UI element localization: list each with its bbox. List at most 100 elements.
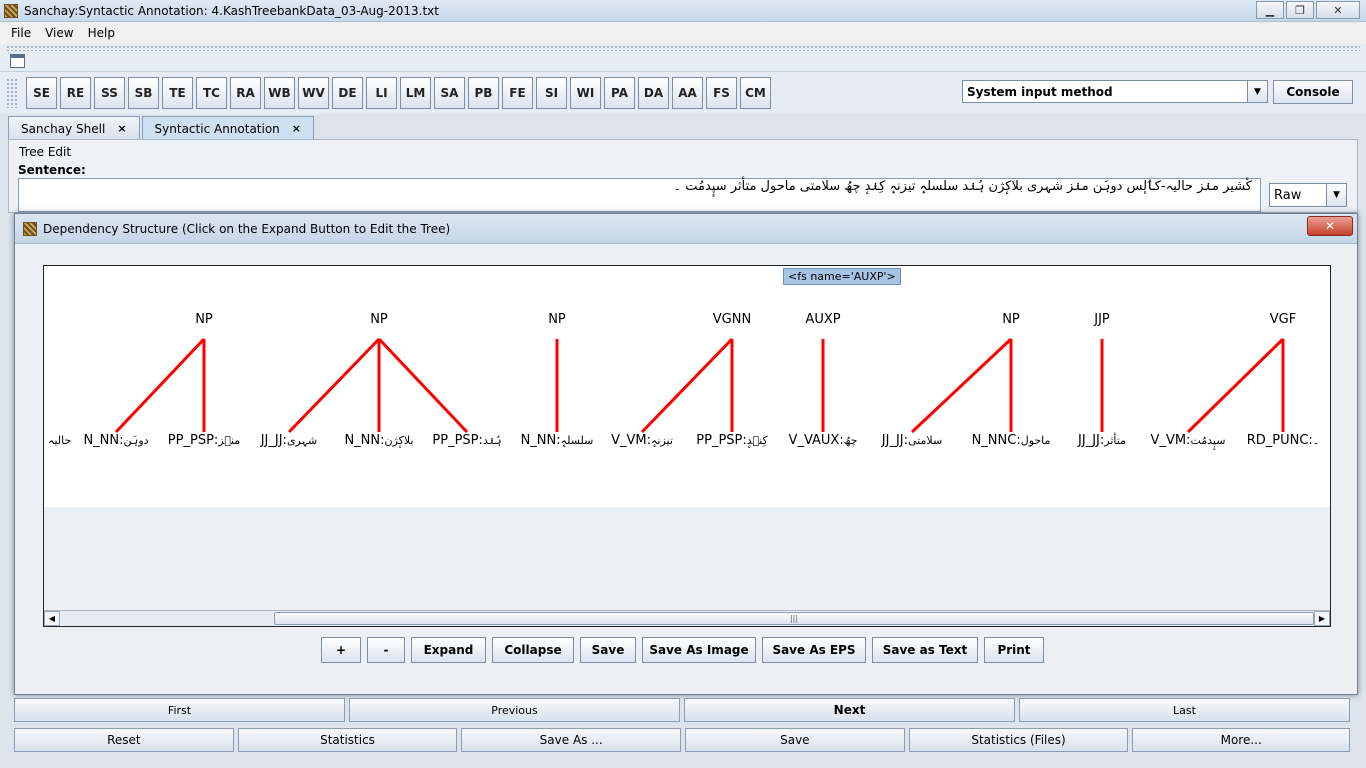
toolbar-grip	[6, 78, 18, 108]
zoom-out-button[interactable]: -	[367, 637, 405, 663]
menu-file[interactable]: File	[4, 26, 38, 40]
leaf-node[interactable]: PP_PSP:کِنٛدٕ	[696, 433, 768, 448]
tab-sanchay-shell[interactable]: Sanchay Shell ×	[8, 116, 140, 140]
leaf-node[interactable]: PP_PSP:ہُنٛد	[432, 433, 501, 448]
leaf-node[interactable]: N_NN:سلسلہٕ	[521, 433, 594, 448]
dependency-structure-dialog: Dependency Structure (Click on the Expan…	[14, 213, 1358, 695]
tool-button-wi[interactable]: WI	[570, 77, 601, 109]
expand-button[interactable]: Expand	[411, 637, 486, 663]
leaf-node[interactable]: N_NNC:ماحول	[972, 433, 1051, 448]
tree-edit-title: Tree Edit	[19, 145, 72, 159]
leaf-tag: N_NNC:	[972, 433, 1021, 448]
tree-canvas[interactable]: NP NP NP VGNN AUXP NP JJP VGF حالیہ N_NN:دوہَن PP_…	[43, 265, 1331, 627]
tab-close-icon[interactable]: ×	[292, 122, 301, 135]
scroll-left-icon[interactable]: ◀	[44, 611, 60, 626]
phrase-node-np[interactable]: NP	[548, 312, 566, 327]
tool-button-cm[interactable]: CM	[740, 77, 771, 109]
phrase-node-np[interactable]: NP	[1002, 312, 1020, 327]
tool-button-aa[interactable]: AA	[672, 77, 703, 109]
previous-button[interactable]: Previous	[349, 698, 680, 722]
format-select[interactable]: Raw ▼	[1269, 183, 1347, 207]
scroll-right-icon[interactable]: ▶	[1314, 611, 1330, 626]
leaf-node[interactable]: حالیہ	[48, 434, 71, 447]
menu-view[interactable]: View	[38, 26, 80, 40]
collapse-button[interactable]: Collapse	[492, 637, 574, 663]
leaf-node[interactable]: JJ_JJ:شہری	[260, 433, 318, 448]
tool-button-tc[interactable]: TC	[196, 77, 227, 109]
tool-button-te[interactable]: TE	[162, 77, 193, 109]
tree-edit-panel: Tree Edit Sentence: کٔشیر منٛز حالیہ-کٲل…	[8, 139, 1358, 213]
phrase-node-vgnn[interactable]: VGNN	[713, 312, 751, 327]
leaf-word: شہری	[287, 434, 317, 447]
tool-button-sb[interactable]: SB	[128, 77, 159, 109]
tool-button-se[interactable]: SE	[26, 77, 57, 109]
dependency-tree[interactable]: NP NP NP VGNN AUXP NP JJP VGF حالیہ N_NN:دوہَن PP_…	[44, 266, 1330, 507]
tool-button-si[interactable]: SI	[536, 77, 567, 109]
maximize-icon[interactable]: ❐	[1286, 1, 1314, 19]
window-icon[interactable]	[10, 54, 25, 68]
reset-button[interactable]: Reset	[14, 728, 234, 752]
save-as-text-button[interactable]: Save as Text	[872, 637, 978, 663]
tool-button-da[interactable]: DA	[638, 77, 669, 109]
first-button[interactable]: First	[14, 698, 345, 722]
tab-close-icon[interactable]: ×	[117, 122, 126, 135]
console-button[interactable]: Console	[1273, 80, 1353, 104]
chevron-down-icon[interactable]: ▼	[1326, 184, 1346, 206]
tree-edge	[114, 337, 206, 434]
save-as-image-button[interactable]: Save As Image	[642, 637, 756, 663]
tool-button-ra[interactable]: RA	[230, 77, 261, 109]
tool-button-li[interactable]: LI	[366, 77, 397, 109]
tool-button-re[interactable]: RE	[60, 77, 91, 109]
tool-button-de[interactable]: DE	[332, 77, 363, 109]
save-button[interactable]: Save	[580, 637, 636, 663]
leaf-node[interactable]: N_NN:بلاکٕژن	[344, 433, 413, 448]
tool-button-ss[interactable]: SS	[94, 77, 125, 109]
minimize-icon[interactable]: ▁	[1256, 1, 1284, 19]
next-button[interactable]: Next	[684, 698, 1015, 722]
leaf-node[interactable]: V_VM:سپٕدمُت	[1151, 433, 1226, 450]
tool-button-pb[interactable]: PB	[468, 77, 499, 109]
menu-help[interactable]: Help	[81, 26, 122, 40]
tool-button-fe[interactable]: FE	[502, 77, 533, 109]
tool-button-wv[interactable]: WV	[298, 77, 329, 109]
tool-button-pa[interactable]: PA	[604, 77, 635, 109]
leaf-node[interactable]: JJ_JJ:سلامتی	[881, 433, 942, 448]
save-as-button[interactable]: Save As ...	[461, 728, 682, 752]
last-button[interactable]: Last	[1019, 698, 1350, 722]
phrase-node-vgf[interactable]: VGF	[1270, 312, 1296, 327]
phrase-node-jjp[interactable]: JJP	[1093, 312, 1110, 327]
phrase-node-np[interactable]: NP	[370, 312, 388, 327]
save-as-eps-button[interactable]: Save As EPS	[762, 637, 866, 663]
chevron-down-icon[interactable]: ▼	[1247, 81, 1267, 102]
leaf-node[interactable]: PP_PSP:منٛز	[168, 433, 240, 448]
sentence-field[interactable]: کٔشیر منٛز حالیہ-کٲلٕس دوہَن منٛز شہری ب…	[18, 178, 1261, 212]
leaf-node[interactable]: RD_PUNC:۔	[1247, 433, 1320, 448]
phrase-node-auxp[interactable]: AUXP	[805, 312, 840, 327]
save-file-button[interactable]: Save	[685, 728, 905, 752]
horizontal-scrollbar[interactable]: ◀ ||| ▶	[44, 610, 1330, 626]
leaf-node[interactable]: V_VM:تیزنہٕ	[611, 433, 673, 448]
statistics-files-button[interactable]: Statistics (Files)	[908, 728, 1129, 752]
tab-syntactic-annotation[interactable]: Syntactic Annotation ×	[141, 116, 315, 140]
leaf-node[interactable]: N_NN:دوہَن	[83, 433, 148, 448]
dialog-close-icon[interactable]: ✕	[1307, 216, 1353, 236]
tool-button-sa[interactable]: SA	[434, 77, 465, 109]
leaf-node[interactable]: V_VAUX:چھُ	[789, 433, 858, 448]
close-icon[interactable]: ✕	[1316, 1, 1360, 19]
tree-drawing-area[interactable]: NP NP NP VGNN AUXP NP JJP VGF حالیہ N_NN:دوہَن PP_…	[44, 266, 1330, 507]
phrase-node-np[interactable]: NP	[195, 312, 213, 327]
more-button[interactable]: More...	[1132, 728, 1351, 752]
tab-label: Syntactic Annotation	[154, 121, 280, 136]
zoom-in-button[interactable]: +	[321, 637, 361, 663]
print-button[interactable]: Print	[984, 637, 1044, 663]
app-icon	[23, 221, 37, 236]
leaf-tag: V_VM:	[1151, 433, 1191, 448]
tool-button-lm[interactable]: LM	[400, 77, 431, 109]
tool-button-wb[interactable]: WB	[264, 77, 295, 109]
leaf-node[interactable]: JJ_JJ:متأثر	[1077, 432, 1126, 448]
scroll-thumb[interactable]: |||	[274, 612, 1314, 625]
input-method-select[interactable]: System input method ▼	[962, 80, 1268, 103]
tool-button-fs[interactable]: FS	[706, 77, 737, 109]
statistics-button[interactable]: Statistics	[237, 728, 458, 752]
window-titlebar: Sanchay:Syntactic Annotation: 4.KashTree…	[0, 0, 1366, 22]
